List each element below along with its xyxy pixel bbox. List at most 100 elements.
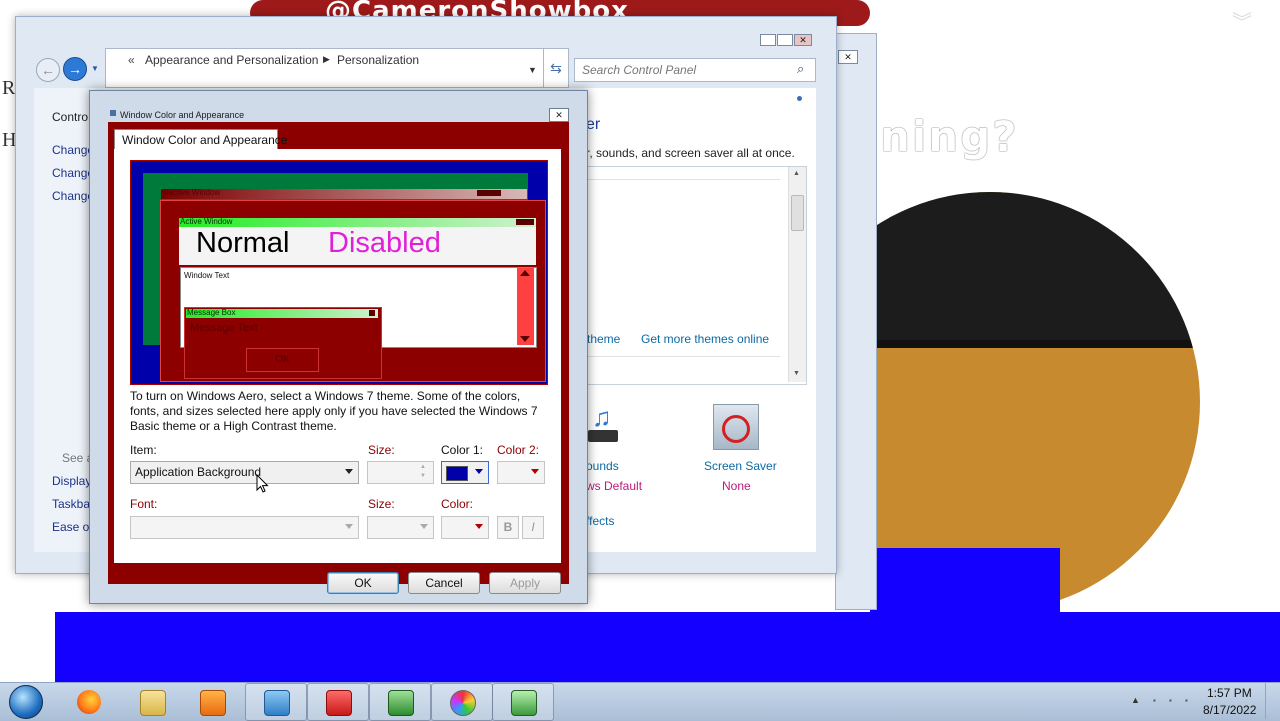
- see-also-link[interactable]: Display: [52, 474, 91, 488]
- taskbar-media-player[interactable]: [181, 683, 243, 721]
- breadcrumb-chevron-icon: «: [128, 53, 135, 67]
- preview-window-buttons: [477, 190, 501, 196]
- scrollbar-thumb[interactable]: [791, 195, 804, 231]
- preview-scrollbar[interactable]: [517, 268, 534, 345]
- sounds-value[interactable]: ws Default: [586, 479, 642, 493]
- dialog-app-icon: [110, 110, 116, 116]
- apply-button[interactable]: Apply: [489, 572, 561, 594]
- preview-normal-text[interactable]: Normal: [196, 227, 289, 260]
- control-panel-icon: [264, 690, 290, 716]
- preview-message-text[interactable]: Message Text: [190, 322, 258, 334]
- taskbar-control-panel[interactable]: [245, 683, 307, 721]
- color1-picker[interactable]: [441, 461, 489, 484]
- display-settings-icon: [511, 690, 537, 716]
- screen-saver-value[interactable]: None: [722, 479, 751, 493]
- clock-time[interactable]: 1:57 PM: [1207, 686, 1252, 700]
- maximize-icon[interactable]: [777, 34, 793, 46]
- preview-active-titlebar[interactable]: Active Window: [179, 217, 536, 227]
- action-center-icon[interactable]: ▪: [1169, 696, 1172, 705]
- toolbox-icon: [326, 690, 352, 716]
- close-icon[interactable]: ✕: [549, 108, 569, 122]
- chevron-down-icon[interactable]: ▼: [91, 64, 99, 73]
- search-input[interactable]: Search Control Panel ⌕: [574, 58, 816, 82]
- back-button[interactable]: ←: [36, 58, 60, 82]
- sidebar-link[interactable]: Change: [52, 166, 94, 180]
- minimize-icon[interactable]: [760, 34, 776, 46]
- explorer-icon: [140, 690, 166, 716]
- tab-window-color[interactable]: Window Color and Appearance: [114, 129, 287, 150]
- clock-date[interactable]: 8/17/2022: [1203, 703, 1256, 717]
- sidebar-link[interactable]: Change: [52, 143, 94, 157]
- media-player-icon: [200, 690, 226, 716]
- chevron-down-icon[interactable]: ▼: [528, 65, 537, 75]
- close-icon[interactable]: ✕: [794, 34, 812, 46]
- volume-icon[interactable]: ▪: [1185, 696, 1188, 705]
- sounds-icon[interactable]: ♫: [588, 402, 624, 444]
- help-icon[interactable]: [797, 96, 802, 101]
- keyboard-icon: [588, 430, 618, 442]
- network-icon[interactable]: ▪: [1153, 696, 1156, 705]
- sounds-label[interactable]: ounds: [586, 459, 619, 473]
- preview-message-title: Message Box: [187, 308, 236, 317]
- refresh-button[interactable]: ⇆: [543, 48, 569, 88]
- get-more-themes-link[interactable]: Get more themes online: [641, 332, 769, 346]
- font-select[interactable]: [130, 516, 359, 539]
- color2-picker[interactable]: [497, 461, 545, 484]
- page-description: r, sounds, and screen saver all at once.: [586, 146, 795, 160]
- theme-link[interactable]: theme: [587, 332, 620, 346]
- see-also-link[interactable]: Taskba: [52, 497, 90, 511]
- preview-message-titlebar[interactable]: Message Box: [186, 308, 378, 318]
- forward-button[interactable]: →: [63, 57, 87, 81]
- show-desktop-button[interactable]: [1265, 683, 1280, 719]
- page-heading: er: [586, 116, 601, 133]
- address-bar[interactable]: « Appearance and Personalization ▶ Perso…: [105, 48, 545, 88]
- scroll-down-icon[interactable]: ▼: [793, 370, 800, 377]
- taskbar-paint[interactable]: [431, 683, 493, 721]
- color2-label: Color 2:: [497, 443, 540, 457]
- taskbar-task-manager[interactable]: [369, 683, 431, 721]
- screen-saver-label[interactable]: Screen Saver: [704, 459, 777, 473]
- taskbar-firefox[interactable]: [58, 683, 120, 721]
- taskbar-display-settings[interactable]: [492, 683, 554, 721]
- italic-button[interactable]: I: [522, 516, 544, 539]
- scroll-up-icon: [520, 270, 530, 276]
- size-stepper[interactable]: ▲ ▼: [367, 461, 434, 484]
- taskbar-toolbox[interactable]: [307, 683, 369, 721]
- preview-window-buttons: [516, 219, 534, 225]
- ok-button[interactable]: OK: [327, 572, 399, 594]
- tray-expand-icon[interactable]: ▲: [1131, 695, 1140, 705]
- mouse-cursor-icon: [256, 474, 269, 493]
- themes-list[interactable]: [585, 166, 807, 385]
- bold-button[interactable]: B: [497, 516, 519, 539]
- effects-link[interactable]: ffects: [586, 514, 614, 528]
- item-select[interactable]: Application Background: [130, 461, 359, 484]
- sidebar-link[interactable]: Change: [52, 189, 94, 203]
- preview-disabled-text[interactable]: Disabled: [328, 227, 441, 260]
- scroll-up-icon[interactable]: ▲: [793, 170, 800, 177]
- breadcrumb-item[interactable]: Appearance and Personalization: [145, 53, 318, 67]
- preview-window-text[interactable]: Window Text: [184, 271, 229, 280]
- start-button[interactable]: [2, 683, 46, 719]
- preview-ok-button[interactable]: OK: [246, 348, 319, 372]
- sidebar-home-link[interactable]: Contro: [52, 110, 88, 124]
- search-icon[interactable]: ⌕: [797, 61, 804, 77]
- breadcrumb-item[interactable]: Personalization: [337, 53, 419, 67]
- font-color-picker[interactable]: [441, 516, 489, 539]
- taskbar-explorer[interactable]: [121, 683, 183, 721]
- scroll-down-icon: [520, 336, 530, 342]
- color1-swatch: [446, 466, 468, 481]
- see-also-link[interactable]: Ease of: [52, 520, 93, 534]
- font-size-select[interactable]: [367, 516, 434, 539]
- cancel-button[interactable]: Cancel: [408, 572, 480, 594]
- close-icon[interactable]: ✕: [838, 50, 858, 64]
- item-select-value: Application Background: [135, 465, 262, 479]
- preview-inactive-titlebar[interactable]: Inactive Window: [161, 188, 527, 199]
- chevron-down-icon: [475, 469, 483, 474]
- font-size-label: Size:: [368, 497, 395, 511]
- screen-saver-icon[interactable]: [713, 404, 759, 450]
- windows-logo-icon: [9, 685, 43, 719]
- tab-label: Window Color and Appearance: [122, 133, 288, 147]
- spin-down-icon: ▼: [420, 473, 426, 479]
- themes-scrollbar[interactable]: ▲ ▼: [788, 167, 806, 382]
- window-frame-shadow: [835, 33, 877, 610]
